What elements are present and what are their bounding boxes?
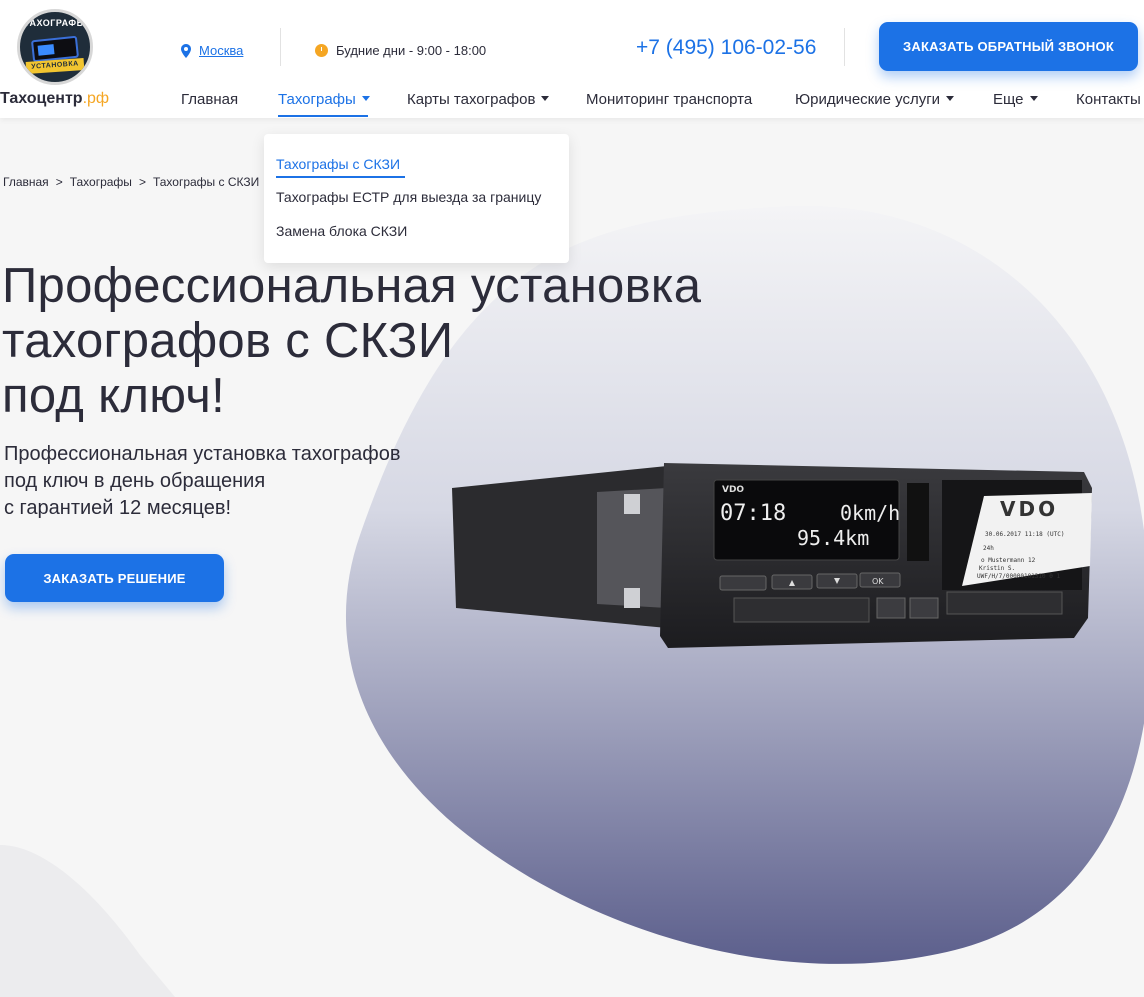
- page-title-line: Профессиональная установка: [2, 259, 702, 313]
- tachographs-dropdown-menu: Тахографы с СКЗИ Тахографы ЕСТР для выез…: [264, 134, 569, 263]
- nav-item-label: Мониторинг транспорта: [586, 91, 753, 108]
- device-button-ok-label: OK: [872, 577, 884, 586]
- hero-subtitle-line: с гарантией 12 месяцев!: [4, 497, 232, 519]
- caret-down-icon: [361, 96, 370, 101]
- device-brand-label: VDO: [722, 485, 744, 495]
- nav-item-label: Контакты: [1076, 91, 1141, 108]
- phone-number[interactable]: +7 (495) 106-02-56: [636, 36, 816, 60]
- dropdown-item-skzi[interactable]: Тахографы с СКЗИ: [276, 156, 400, 172]
- breadcrumb-separator: >: [138, 175, 146, 189]
- page-title: Профессиональная установка тахографов с …: [2, 259, 762, 424]
- hero-subtitle-line: под ключ в день обращения: [4, 470, 266, 492]
- printout-text: Kristin S.: [979, 565, 1015, 572]
- printout-text: 24h: [983, 545, 994, 552]
- card-eject-button: [909, 597, 939, 619]
- logo-ribbon-text: УСТАНОВКА: [25, 57, 85, 75]
- card-slot-2: [946, 591, 1063, 615]
- breadcrumb: Главная > Тахографы > Тахографы с СКЗИ: [3, 175, 259, 189]
- tachograph-device-image: VDO 07:18 0km/h 95.4km VDO 30.06.2017 11…: [452, 463, 1092, 648]
- working-hours: Будние дни - 9:00 - 18:00: [315, 43, 486, 58]
- card-slot-1: [733, 597, 870, 623]
- nav-item-tachographs[interactable]: Тахографы: [278, 91, 370, 108]
- nav-item-more[interactable]: Еще: [993, 91, 1038, 108]
- printout-text: UWF/H/7/00000101310 0 1: [977, 573, 1060, 580]
- logo-ring-text: ТАХОГРАФЫ: [24, 18, 86, 28]
- nav-item-label: Главная: [181, 91, 239, 108]
- nav-item-monitoring[interactable]: Мониторинг транспорта: [586, 91, 752, 108]
- page-title-line: тахографов с СКЗИ: [2, 314, 454, 368]
- dropdown-item-replace-block[interactable]: Замена блока СКЗИ: [276, 223, 407, 239]
- printout-text: 30.06.2017 11:18 (UTC): [985, 531, 1064, 538]
- clock-icon: [315, 44, 328, 57]
- header-divider: [844, 28, 845, 66]
- display-time: 07:18: [720, 501, 786, 526]
- callback-button[interactable]: ЗАКАЗАТЬ ОБРАТНЫЙ ЗВОНОК: [879, 22, 1138, 71]
- nav-item-label: Еще: [993, 91, 1024, 108]
- caret-down-icon: [1029, 96, 1038, 101]
- breadcrumb-separator: >: [55, 175, 63, 189]
- nav-item-tachograph-cards[interactable]: Карты тахографов: [407, 91, 550, 108]
- breadcrumb-link-home[interactable]: Главная: [3, 175, 49, 189]
- caret-down-icon: [946, 96, 955, 101]
- page-title-line: под ключ!: [2, 369, 226, 423]
- nav-item-contacts[interactable]: Контакты: [1076, 91, 1141, 108]
- printer-slot: [907, 483, 929, 561]
- header-divider: [280, 28, 281, 66]
- decorative-corner-shape: [0, 845, 175, 997]
- logo[interactable]: ТАХОГРАФЫ УСТАНОВКА: [17, 9, 93, 85]
- nav-item-legal[interactable]: Юридические услуги: [795, 91, 955, 108]
- dropdown-active-underline: [276, 176, 405, 178]
- display-distance: 95.4km: [797, 526, 869, 550]
- mounting-clip: [624, 588, 640, 608]
- city-link[interactable]: Москва: [199, 43, 243, 58]
- nav-item-label: Карты тахографов: [407, 91, 536, 108]
- device-button-back: [719, 575, 767, 591]
- site-header: ТАХОГРАФЫ УСТАНОВКА Тахоцентр.рф Москва …: [0, 0, 1144, 118]
- nav-item-label: Юридические услуги: [795, 91, 941, 108]
- location-pin-icon: [181, 43, 191, 58]
- nav-item-label: Тахографы: [278, 91, 356, 108]
- caret-down-icon: [541, 96, 550, 101]
- breadcrumb-link-tachographs[interactable]: Тахографы: [70, 175, 132, 189]
- card-eject-button: [876, 597, 906, 619]
- breadcrumb-current: Тахографы с СКЗИ: [152, 175, 260, 189]
- printout-text: o Mustermann 12: [981, 557, 1036, 564]
- hero-subtitle: Профессиональная установка тахографов по…: [4, 441, 444, 522]
- display-speed: 0km/h: [840, 501, 900, 525]
- order-solution-button[interactable]: ЗАКАЗАТЬ РЕШЕНИЕ: [5, 554, 224, 602]
- city-selector[interactable]: Москва: [181, 43, 243, 58]
- working-hours-text: Будние дни - 9:00 - 18:00: [336, 43, 487, 58]
- mounting-clip: [624, 494, 640, 514]
- nav-active-underline: [278, 115, 368, 117]
- nav-item-home[interactable]: Главная: [181, 91, 238, 108]
- printout-brand: VDO: [1000, 497, 1058, 521]
- hero-subtitle-line: Профессиональная установка тахографов: [4, 443, 401, 465]
- main-nav: Главная Тахографы Карты тахографов Монит…: [0, 91, 1144, 113]
- dropdown-item-estr[interactable]: Тахографы ЕСТР для выезда за границу: [276, 189, 541, 205]
